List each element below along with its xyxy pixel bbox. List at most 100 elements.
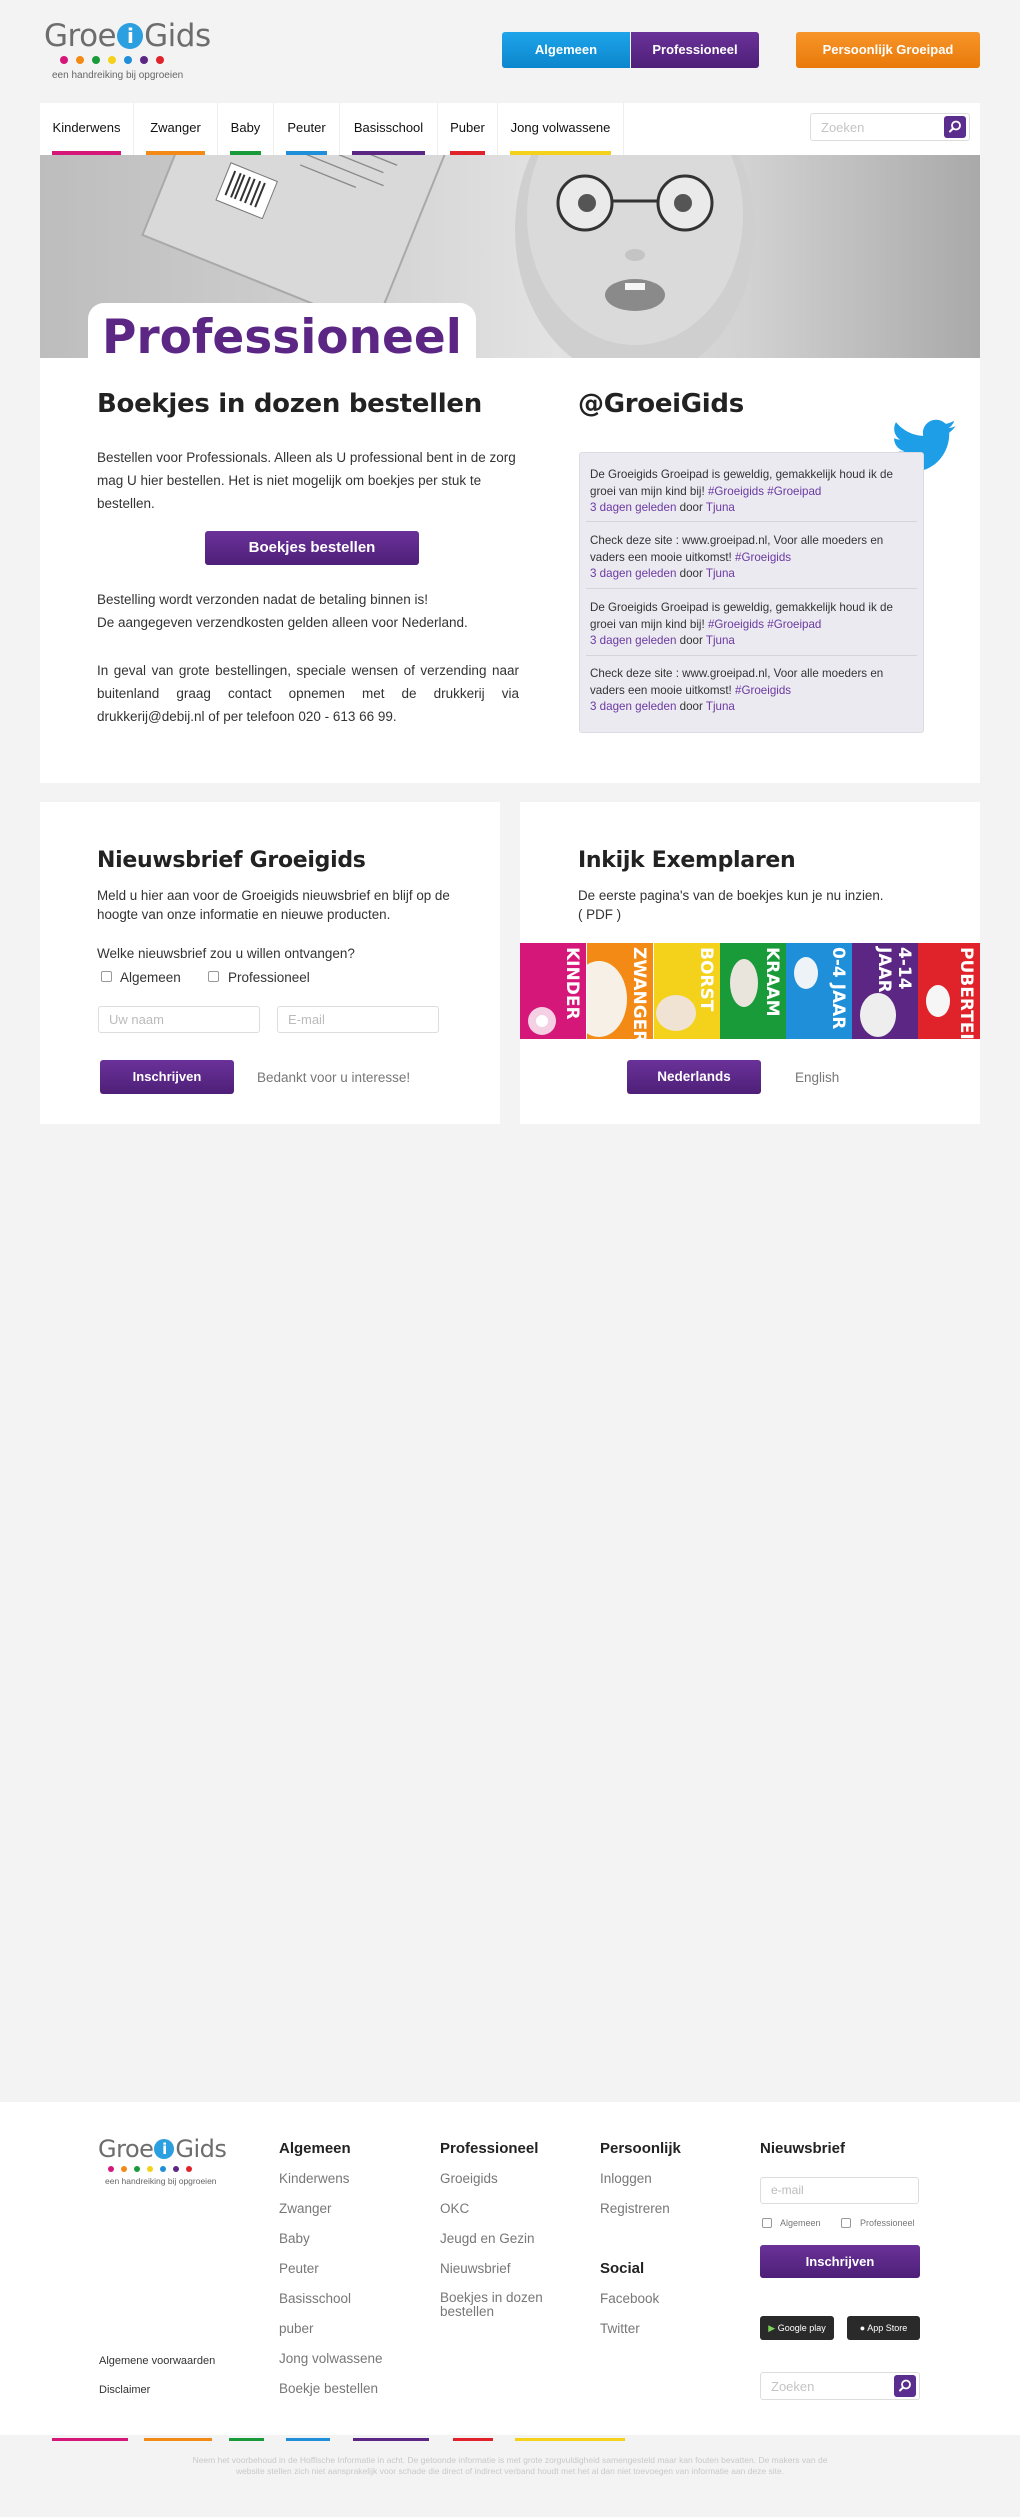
footer-link[interactable]: Boekje bestellen <box>279 2381 378 2396</box>
tweet-by: door <box>679 567 703 581</box>
app-store-badge[interactable]: ● App Store <box>847 2316 920 2340</box>
footer-logo[interactable]: Groe i Gids een handreiking bij opgroeien <box>98 2135 238 2191</box>
tweet-time: 3 dagen geleden <box>590 634 677 648</box>
logo-dot-orange <box>121 2166 127 2172</box>
footer-disclaimer-text: Neem het voorbehoud in de Hoffische Info… <box>192 2455 828 2476</box>
newsletter-email-input[interactable]: E-mail <box>277 1006 439 1033</box>
apple-icon: ● <box>859 2323 866 2333</box>
google-play-icon: ▶ <box>768 2323 776 2333</box>
footer-algemene-voorwaarden-link[interactable]: Algemene voorwaarden <box>99 2354 215 2369</box>
footer-link[interactable]: Nieuwsbrief <box>440 2261 511 2276</box>
book-4-14-jaar[interactable]: 4-14 JAAR <box>852 943 918 1039</box>
site-logo[interactable]: Groe i Gids een handreiking bij opgroeien <box>44 18 214 88</box>
nav-label: Peuter <box>287 120 326 135</box>
newsletter-subscribe-button[interactable]: Inschrijven <box>100 1060 234 1094</box>
footer-link[interactable]: Twitter <box>600 2321 640 2336</box>
footer-link[interactable]: Jeugd en Gezin <box>440 2231 535 2246</box>
footer-link[interactable]: Groeigids <box>440 2171 498 2186</box>
tweet[interactable]: De Groeigids Groeipad is geweldig, gemak… <box>590 600 913 650</box>
logo-dot-red <box>156 56 164 64</box>
nav-item-kinderwens[interactable]: Kinderwens <box>40 103 134 155</box>
book-kraam[interactable]: KRAAM <box>720 943 786 1039</box>
footer-col-social-title: Social <box>600 2260 645 2277</box>
footer-newsletter-professioneel-checkbox[interactable] <box>841 2218 851 2228</box>
baby-feet-image <box>730 959 758 1007</box>
tweet[interactable]: Check deze site : www.groeipad.nl, Voor … <box>590 666 913 716</box>
persoonlijk-groeipad-button[interactable]: Persoonlijk Groeipad <box>796 32 980 68</box>
footer-search-input[interactable]: Zoeken <box>760 2372 920 2400</box>
tweet-hashtags[interactable]: #Groeigids #Groeipad <box>708 618 821 631</box>
footer-newsletter-algemeen-checkbox[interactable] <box>762 2218 772 2228</box>
email-placeholder: e-mail <box>771 2183 804 2197</box>
logo-i-icon: i <box>117 23 144 49</box>
footer-link[interactable]: Facebook <box>600 2291 659 2306</box>
nav-item-puber[interactable]: Puber <box>438 103 498 155</box>
search-icon <box>949 120 961 133</box>
book-label: KINDER <box>562 947 582 1020</box>
book-zwanger[interactable]: ZWANGER <box>587 943 653 1039</box>
nav-item-peuter[interactable]: Peuter <box>274 103 340 155</box>
inkijk-nederlands-button[interactable]: Nederlands <box>627 1060 761 1094</box>
footer-newsletter-email-input[interactable]: e-mail <box>760 2177 919 2204</box>
book-kinderwens[interactable]: KINDER <box>520 943 586 1039</box>
inkijk-intro: De eerste pagina's van de boekjes kun je… <box>578 888 884 903</box>
name-placeholder: Uw naam <box>109 1012 164 1027</box>
flower-image <box>528 1007 556 1035</box>
footer-link[interactable]: Boekjes in dozen bestellen <box>440 2291 560 2319</box>
inkijk-english-link[interactable]: English <box>795 1066 839 1089</box>
professioneel-button[interactable]: Professioneel <box>631 32 759 68</box>
logo-i-icon: i <box>154 2139 175 2159</box>
tweet-hashtags[interactable]: #Groeigids <box>735 551 791 564</box>
footer-disclaimer-link[interactable]: Disclaimer <box>99 2383 150 2398</box>
newsletter-option-algemeen-checkbox[interactable] <box>101 971 112 982</box>
tweet-user[interactable]: Tjuna <box>706 501 735 514</box>
footer-link[interactable]: Baby <box>279 2231 310 2246</box>
logo-dot-purple <box>140 56 148 64</box>
book-puberteit[interactable]: PUBERTEIT <box>918 943 980 1039</box>
tweet-divider <box>586 588 917 589</box>
tweet-meta: 3 dagen geleden door Tjuna <box>590 633 913 650</box>
nav-item-basisschool[interactable]: Basisschool <box>340 103 438 155</box>
nav-search-input[interactable]: Zoeken <box>810 113 970 141</box>
footer-link[interactable]: OKC <box>440 2201 469 2216</box>
logo-wordmark: Groe i Gids <box>44 18 211 54</box>
nav-item-baby[interactable]: Baby <box>218 103 274 155</box>
book-0-4-jaar[interactable]: 0-4 JAAR <box>786 943 852 1039</box>
footer-color-bar-purple <box>353 2438 429 2441</box>
footer-color-bar-blue <box>286 2438 330 2441</box>
boekjes-bestellen-button[interactable]: Boekjes bestellen <box>205 531 419 565</box>
tweet-user[interactable]: Tjuna <box>706 634 735 647</box>
tweet-user[interactable]: Tjuna <box>706 567 735 580</box>
google-play-badge[interactable]: ▶ Google play <box>760 2316 834 2340</box>
tweet-divider <box>586 655 917 656</box>
footer-link[interactable]: puber <box>279 2321 314 2336</box>
hero-banner: Professioneel <box>40 155 980 358</box>
nav-item-jong-volwassene[interactable]: Jong volwassene <box>498 103 624 155</box>
book-borstvoeding[interactable]: BORST <box>654 943 720 1039</box>
twitter-feed: De Groeigids Groeipad is geweldig, gemak… <box>579 452 924 733</box>
footer-subscribe-button[interactable]: Inschrijven <box>760 2245 920 2278</box>
footer-link[interactable]: Registreren <box>600 2201 670 2216</box>
logo-dot-orange <box>76 56 84 64</box>
tweet-hashtags[interactable]: #Groeigids #Groeipad <box>708 485 821 498</box>
search-button[interactable] <box>944 116 966 138</box>
nav-item-zwanger[interactable]: Zwanger <box>134 103 218 155</box>
algemeen-button[interactable]: Algemeen <box>502 32 630 68</box>
footer-search-button[interactable] <box>894 2375 916 2397</box>
tweet[interactable]: Check deze site : www.groeipad.nl, Voor … <box>590 533 913 583</box>
tweet-hashtags[interactable]: #Groeigids <box>735 684 791 697</box>
footer-logo-wordmark: Groe i Gids <box>98 2135 227 2163</box>
footer-link[interactable]: Peuter <box>279 2261 319 2276</box>
tweet-user[interactable]: Tjuna <box>706 700 735 713</box>
footer-link[interactable]: Jong volwassene <box>279 2351 383 2366</box>
footer-link[interactable]: Zwanger <box>279 2201 332 2216</box>
newsletter-option-professioneel-checkbox[interactable] <box>208 971 219 982</box>
footer-link[interactable]: Basisschool <box>279 2291 351 2306</box>
main-nav: Kinderwens Zwanger Baby Peuter Basisscho… <box>40 103 980 155</box>
tweet[interactable]: De Groeigids Groeipad is geweldig, gemak… <box>590 467 913 517</box>
newsletter-name-input[interactable]: Uw naam <box>98 1006 260 1033</box>
footer-link[interactable]: Kinderwens <box>279 2171 350 2186</box>
order-intro: Bestellen voor Professionals. Alleen als… <box>97 450 516 511</box>
logo-dot-green <box>134 2166 140 2172</box>
footer-link[interactable]: Inloggen <box>600 2171 652 2186</box>
